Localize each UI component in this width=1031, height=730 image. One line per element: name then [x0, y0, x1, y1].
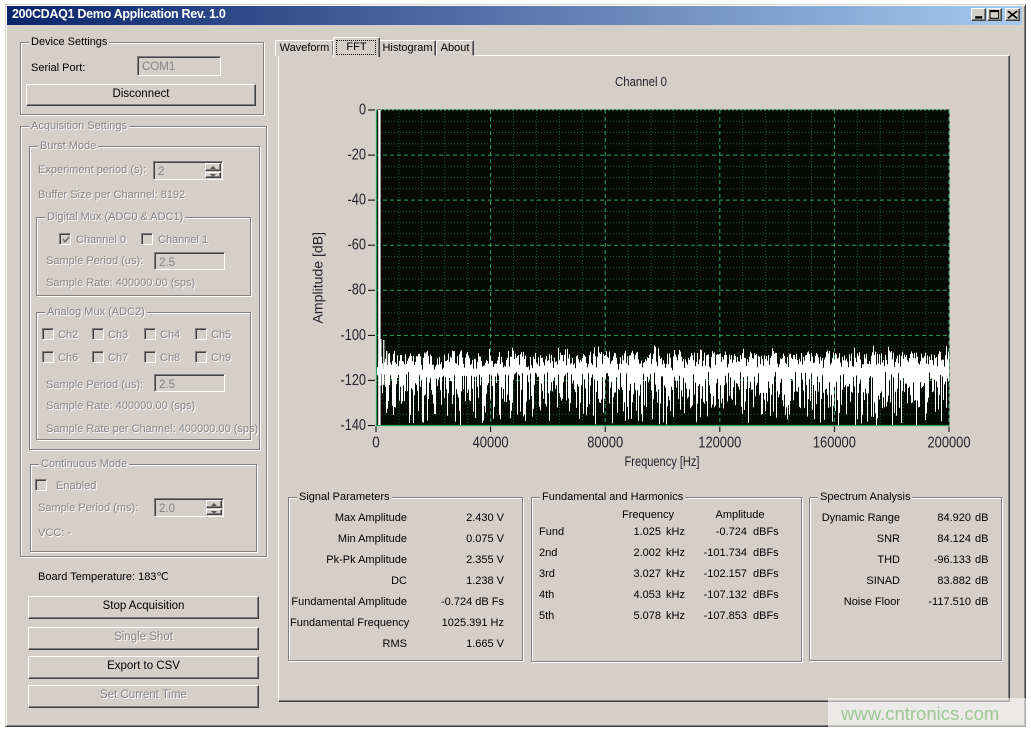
- svg-text:-60: -60: [348, 237, 367, 254]
- svg-text:Frequency [Hz]: Frequency [Hz]: [625, 453, 700, 469]
- svg-text:-40: -40: [348, 192, 367, 209]
- svg-text:0: 0: [372, 434, 380, 451]
- svg-text:0: 0: [359, 101, 366, 118]
- svg-text:160000: 160000: [813, 434, 856, 451]
- svg-text:-20: -20: [348, 147, 367, 164]
- svg-text:-140: -140: [341, 417, 367, 434]
- svg-text:-120: -120: [341, 372, 367, 389]
- svg-text:Amplitude [dB]: Amplitude [dB]: [309, 232, 325, 324]
- svg-text:120000: 120000: [698, 434, 741, 451]
- svg-text:200000: 200000: [928, 434, 971, 451]
- svg-text:-80: -80: [348, 282, 367, 299]
- svg-text:40000: 40000: [473, 434, 509, 451]
- svg-text:-100: -100: [341, 327, 367, 344]
- svg-text:80000: 80000: [587, 434, 623, 451]
- svg-text:Channel 0: Channel 0: [615, 74, 667, 89]
